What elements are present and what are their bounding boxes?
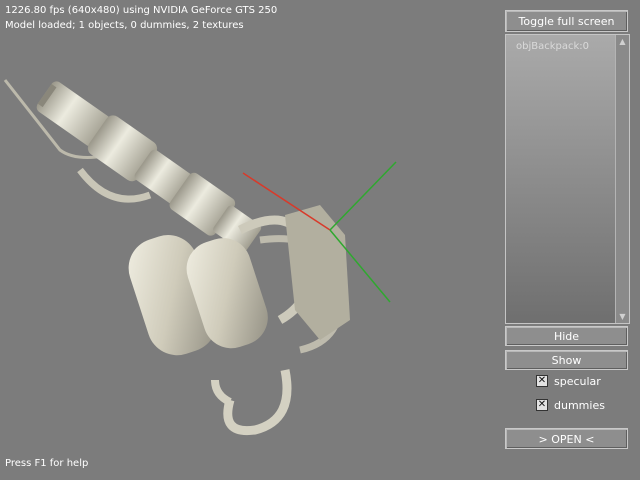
specular-label: specular — [554, 374, 601, 388]
toggle-fullscreen-button[interactable]: Toggle full screen — [505, 10, 628, 32]
specular-option[interactable]: ✕ specular — [536, 374, 601, 388]
specular-checkbox[interactable]: ✕ — [536, 375, 548, 387]
object-listbox[interactable]: objBackpack:0 ▲ ▼ — [505, 34, 630, 324]
model-status: Model loaded; 1 objects, 0 dummies, 2 te… — [5, 20, 244, 31]
dummies-option[interactable]: ✕ dummies — [536, 398, 605, 412]
scroll-up-icon[interactable]: ▲ — [616, 35, 629, 48]
help-hint: Press F1 for help — [5, 458, 89, 469]
show-button[interactable]: Show — [505, 350, 628, 370]
scroll-down-icon[interactable]: ▼ — [616, 310, 629, 323]
fps-readout: 1226.80 fps (640x480) using NVIDIA GeFor… — [5, 5, 278, 16]
listbox-scrollbar[interactable]: ▲ ▼ — [615, 35, 629, 323]
backpack-model — [3, 79, 350, 436]
axis-y-line — [329, 161, 397, 231]
list-item[interactable]: objBackpack:0 — [516, 41, 589, 52]
dummies-checkbox[interactable]: ✕ — [536, 399, 548, 411]
hide-button[interactable]: Hide — [505, 326, 628, 346]
dummies-label: dummies — [554, 398, 605, 412]
open-button[interactable]: > OPEN < — [505, 428, 628, 449]
3d-viewport[interactable] — [0, 0, 500, 480]
